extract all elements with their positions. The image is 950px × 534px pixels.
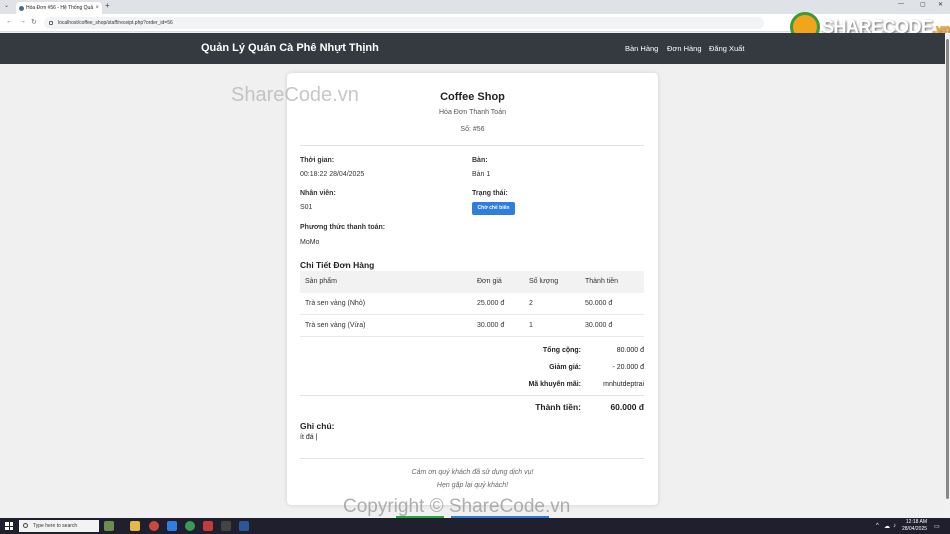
table-row: Trà sen vàng (Vừa) 30.000 đ 1 30.000 đ [300,315,644,337]
url-input[interactable]: localhost/coffee_shop/staff/receipt.php?… [44,17,764,29]
table-row: Trà sen vàng (Nhỏ) 25.000 đ 2 50.000 đ [300,293,644,315]
item-name: Trà sen vàng (Vừa) [305,322,366,329]
nav-link-logout[interactable]: Đăng Xuất [709,44,744,53]
page-scrollbar[interactable] [945,33,950,518]
forward-icon[interactable]: → [19,18,26,25]
windows-taskbar: Type here to search ^ ☁ ♪ 12:18 AM 28/04… [0,518,950,534]
volume-icon[interactable]: ♪ [893,523,896,529]
total-label: Thành tiền: [535,402,581,412]
status-label: Trạng thái: [472,190,508,197]
taskbar-search-input[interactable]: Type here to search [19,520,99,532]
chrome-icon[interactable] [149,521,159,531]
taskbar-clock[interactable]: 12:18 AM 28/04/2025 [902,519,927,533]
brand-title[interactable]: Quản Lý Quán Cà Phê Nhựt Thịnh [201,42,379,54]
scrollbar-thumb[interactable] [946,39,949,499]
back-icon[interactable]: ← [6,18,13,25]
col-header-product: Sản phẩm [305,278,337,285]
receipt-subtitle: Hóa Đơn Thanh Toán [439,109,506,116]
total-value: 60.000 đ [610,402,644,412]
search-placeholder: Type here to search [33,523,78,529]
promo-label: Mã khuyến mãi: [528,381,581,388]
note-label: Ghi chú: [300,421,335,431]
payment-value: MoMo [300,239,320,246]
clock-date: 28/04/2025 [902,526,928,532]
table-header: Sản phẩm Đơn giá Số lượng Thành tiền [300,271,644,293]
item-qty: 1 [529,322,533,329]
network-icon[interactable]: ☁ [884,523,890,530]
nav-link-orders[interactable]: Đơn Hàng [667,44,702,53]
vscode-icon[interactable] [167,521,177,531]
close-window-icon[interactable]: ✕ [938,1,943,8]
notification-icon[interactable]: ▭ [934,523,940,530]
clock-time: 12:18 AM [905,519,928,525]
item-price: 25.000 đ [477,300,505,307]
note-value: ít đá | [300,434,318,441]
minimize-icon[interactable]: — [898,1,904,7]
search-icon [23,523,28,528]
time-value: 00:18:22 28/04/2025 [300,171,365,178]
item-qty: 2 [529,300,533,307]
divider [300,458,644,459]
receipt-card: Coffee Shop Hóa Đơn Thanh Toán Số: #56 T… [287,73,658,505]
divider [300,395,644,396]
col-header-price: Đơn giá [477,278,502,285]
close-tab-icon[interactable]: × [95,2,99,14]
subtotal-value: 80.000 đ [616,347,644,354]
file-explorer-icon[interactable] [130,521,140,531]
staff-label: Nhân viên: [300,190,336,197]
nav-link-sales[interactable]: Bàn Hàng [625,44,658,53]
app-icon[interactable] [185,521,195,531]
app-navbar: Quản Lý Quán Cà Phê Nhựt Thịnh Bàn Hàng … [0,33,945,64]
widgets-icon[interactable] [104,521,114,531]
item-amount: 30.000 đ [585,322,613,329]
col-header-qty: Số lượng [529,278,559,285]
thanks-message: Cảm ơn quý khách đã sử dụng dịch vụ! [411,469,534,476]
item-name: Trà sen vàng (Nhỏ) [305,300,366,307]
staff-value: S01 [300,204,313,211]
browser-tab[interactable]: Hóa Đơn #56 - Hệ Thống Quả × [16,2,102,14]
favicon-icon [19,6,24,11]
tray-chevron-icon[interactable]: ^ [876,523,879,529]
status-badge: Chờ chế biến [472,202,515,215]
watermark-text: ShareCode.vn [231,84,359,106]
url-text: localhost/coffee_shop/staff/receipt.php?… [58,20,173,26]
copyright-watermark: Copyright © ShareCode.vn [343,496,571,517]
new-tab-icon[interactable]: + [105,1,110,10]
tab-title: Hóa Đơn #56 - Hệ Thống Quả [26,5,94,11]
terminal-icon[interactable] [221,521,231,531]
order-items-table: Sản phẩm Đơn giá Số lượng Thành tiền Trà… [300,271,644,337]
time-label: Thời gian: [300,157,335,164]
tab-list-icon[interactable]: ⌄ [4,2,9,9]
subtotal-label: Tổng cộng: [542,347,581,354]
receipt-number: Số: #56 [460,126,485,133]
maximize-icon[interactable]: ▢ [920,1,926,8]
site-info-icon[interactable] [49,21,53,25]
windows-start-icon[interactable] [5,522,13,530]
app-icon-red[interactable] [203,521,213,531]
item-amount: 50.000 đ [585,300,613,307]
reload-icon[interactable]: ↻ [31,18,37,26]
discount-label: Giảm giá: [549,364,581,371]
table-value: Bàn 1 [472,171,491,178]
word-icon[interactable] [239,521,249,531]
promo-value: mnhutdeptrai [603,381,644,388]
payment-label: Phương thức thanh toán: [300,224,386,231]
item-price: 30.000 đ [477,322,505,329]
order-details-title: Chi Tiết Đơn Hàng [300,260,375,270]
divider [300,145,644,146]
goodbye-message: Hẹn gặp lại quý khách! [436,482,509,489]
table-label: Bàn: [472,157,488,164]
col-header-amount: Thành tiền [585,278,619,285]
discount-value: - 20.000 đ [612,364,644,371]
